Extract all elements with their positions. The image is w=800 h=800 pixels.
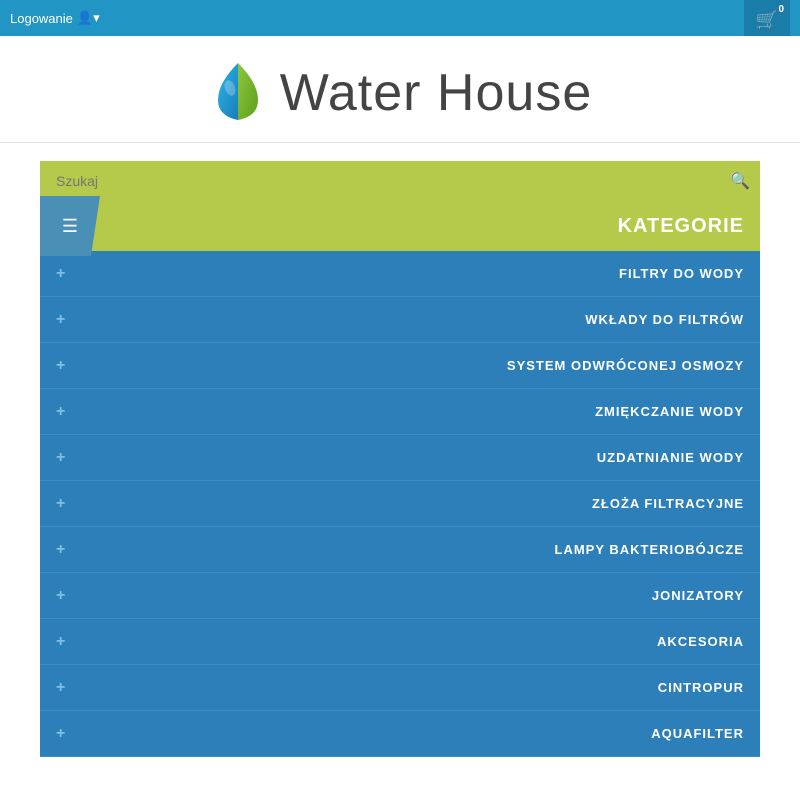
categories-title: KATEGORIE [40,215,760,238]
category-expand-icon: + [56,311,65,329]
category-item[interactable]: + AQUAFILTER [40,711,760,757]
user-icon: 👤▾ [77,10,100,26]
cart-icon: 🛒 [756,10,778,31]
category-label: WKŁADY DO FILTRÓW [75,312,744,327]
category-expand-icon: + [56,403,65,421]
category-item[interactable]: + CINTROPUR [40,665,760,711]
category-item[interactable]: + WKŁADY DO FILTRÓW [40,297,760,343]
category-label: ZMIĘKCZANIE WODY [75,404,744,419]
category-label: UZDATNIANIE WODY [75,450,744,465]
category-expand-icon: + [56,265,65,283]
category-item[interactable]: + JONIZATORY [40,573,760,619]
category-label: AQUAFILTER [75,726,744,741]
category-expand-icon: + [56,357,65,375]
category-expand-icon: + [56,587,65,605]
search-button[interactable]: 🔍 [730,171,750,191]
cart-button[interactable]: 0 🛒 [744,0,790,36]
logo-drop-icon [208,58,268,128]
login-label: Logowanie [10,11,73,26]
categories-header: ☰ KATEGORIE [40,201,760,251]
category-list: + FILTRY DO WODY + WKŁADY DO FILTRÓW + SYSTEM… [40,251,760,757]
search-bar: 🔍 [40,161,760,201]
category-item[interactable]: + AKCESORIA [40,619,760,665]
category-label: SYSTEM ODWRÓCONEJ OSMOZY [75,358,744,373]
search-input[interactable] [50,173,730,189]
login-link[interactable]: Logowanie 👤▾ [10,10,100,26]
category-item[interactable]: + FILTRY DO WODY [40,251,760,297]
logo-text: Water House [280,63,593,123]
hamburger-button[interactable]: ☰ [40,196,100,256]
category-label: CINTROPUR [75,680,744,695]
category-expand-icon: + [56,633,65,651]
category-label: JONIZATORY [75,588,744,603]
category-item[interactable]: + SYSTEM ODWRÓCONEJ OSMOZY [40,343,760,389]
category-label: AKCESORIA [75,634,744,649]
category-expand-icon: + [56,725,65,743]
category-label: LAMPY BAKTERIOBÓJCZE [75,542,744,557]
category-label: FILTRY DO WODY [75,266,744,281]
logo-area: Water House [0,36,800,143]
search-icon: 🔍 [730,173,750,190]
category-expand-icon: + [56,495,65,513]
category-item[interactable]: + LAMPY BAKTERIOBÓJCZE [40,527,760,573]
category-item[interactable]: + UZDATNIANIE WODY [40,435,760,481]
category-item[interactable]: + ZMIĘKCZANIE WODY [40,389,760,435]
category-expand-icon: + [56,679,65,697]
hamburger-icon: ☰ [62,216,78,237]
category-label: ZŁOŻA FILTRACYJNE [75,496,744,511]
top-bar: Logowanie 👤▾ 0 🛒 [0,0,800,36]
category-expand-icon: + [56,541,65,559]
category-expand-icon: + [56,449,65,467]
category-item[interactable]: + ZŁOŻA FILTRACYJNE [40,481,760,527]
cart-badge: 0 [778,4,784,15]
